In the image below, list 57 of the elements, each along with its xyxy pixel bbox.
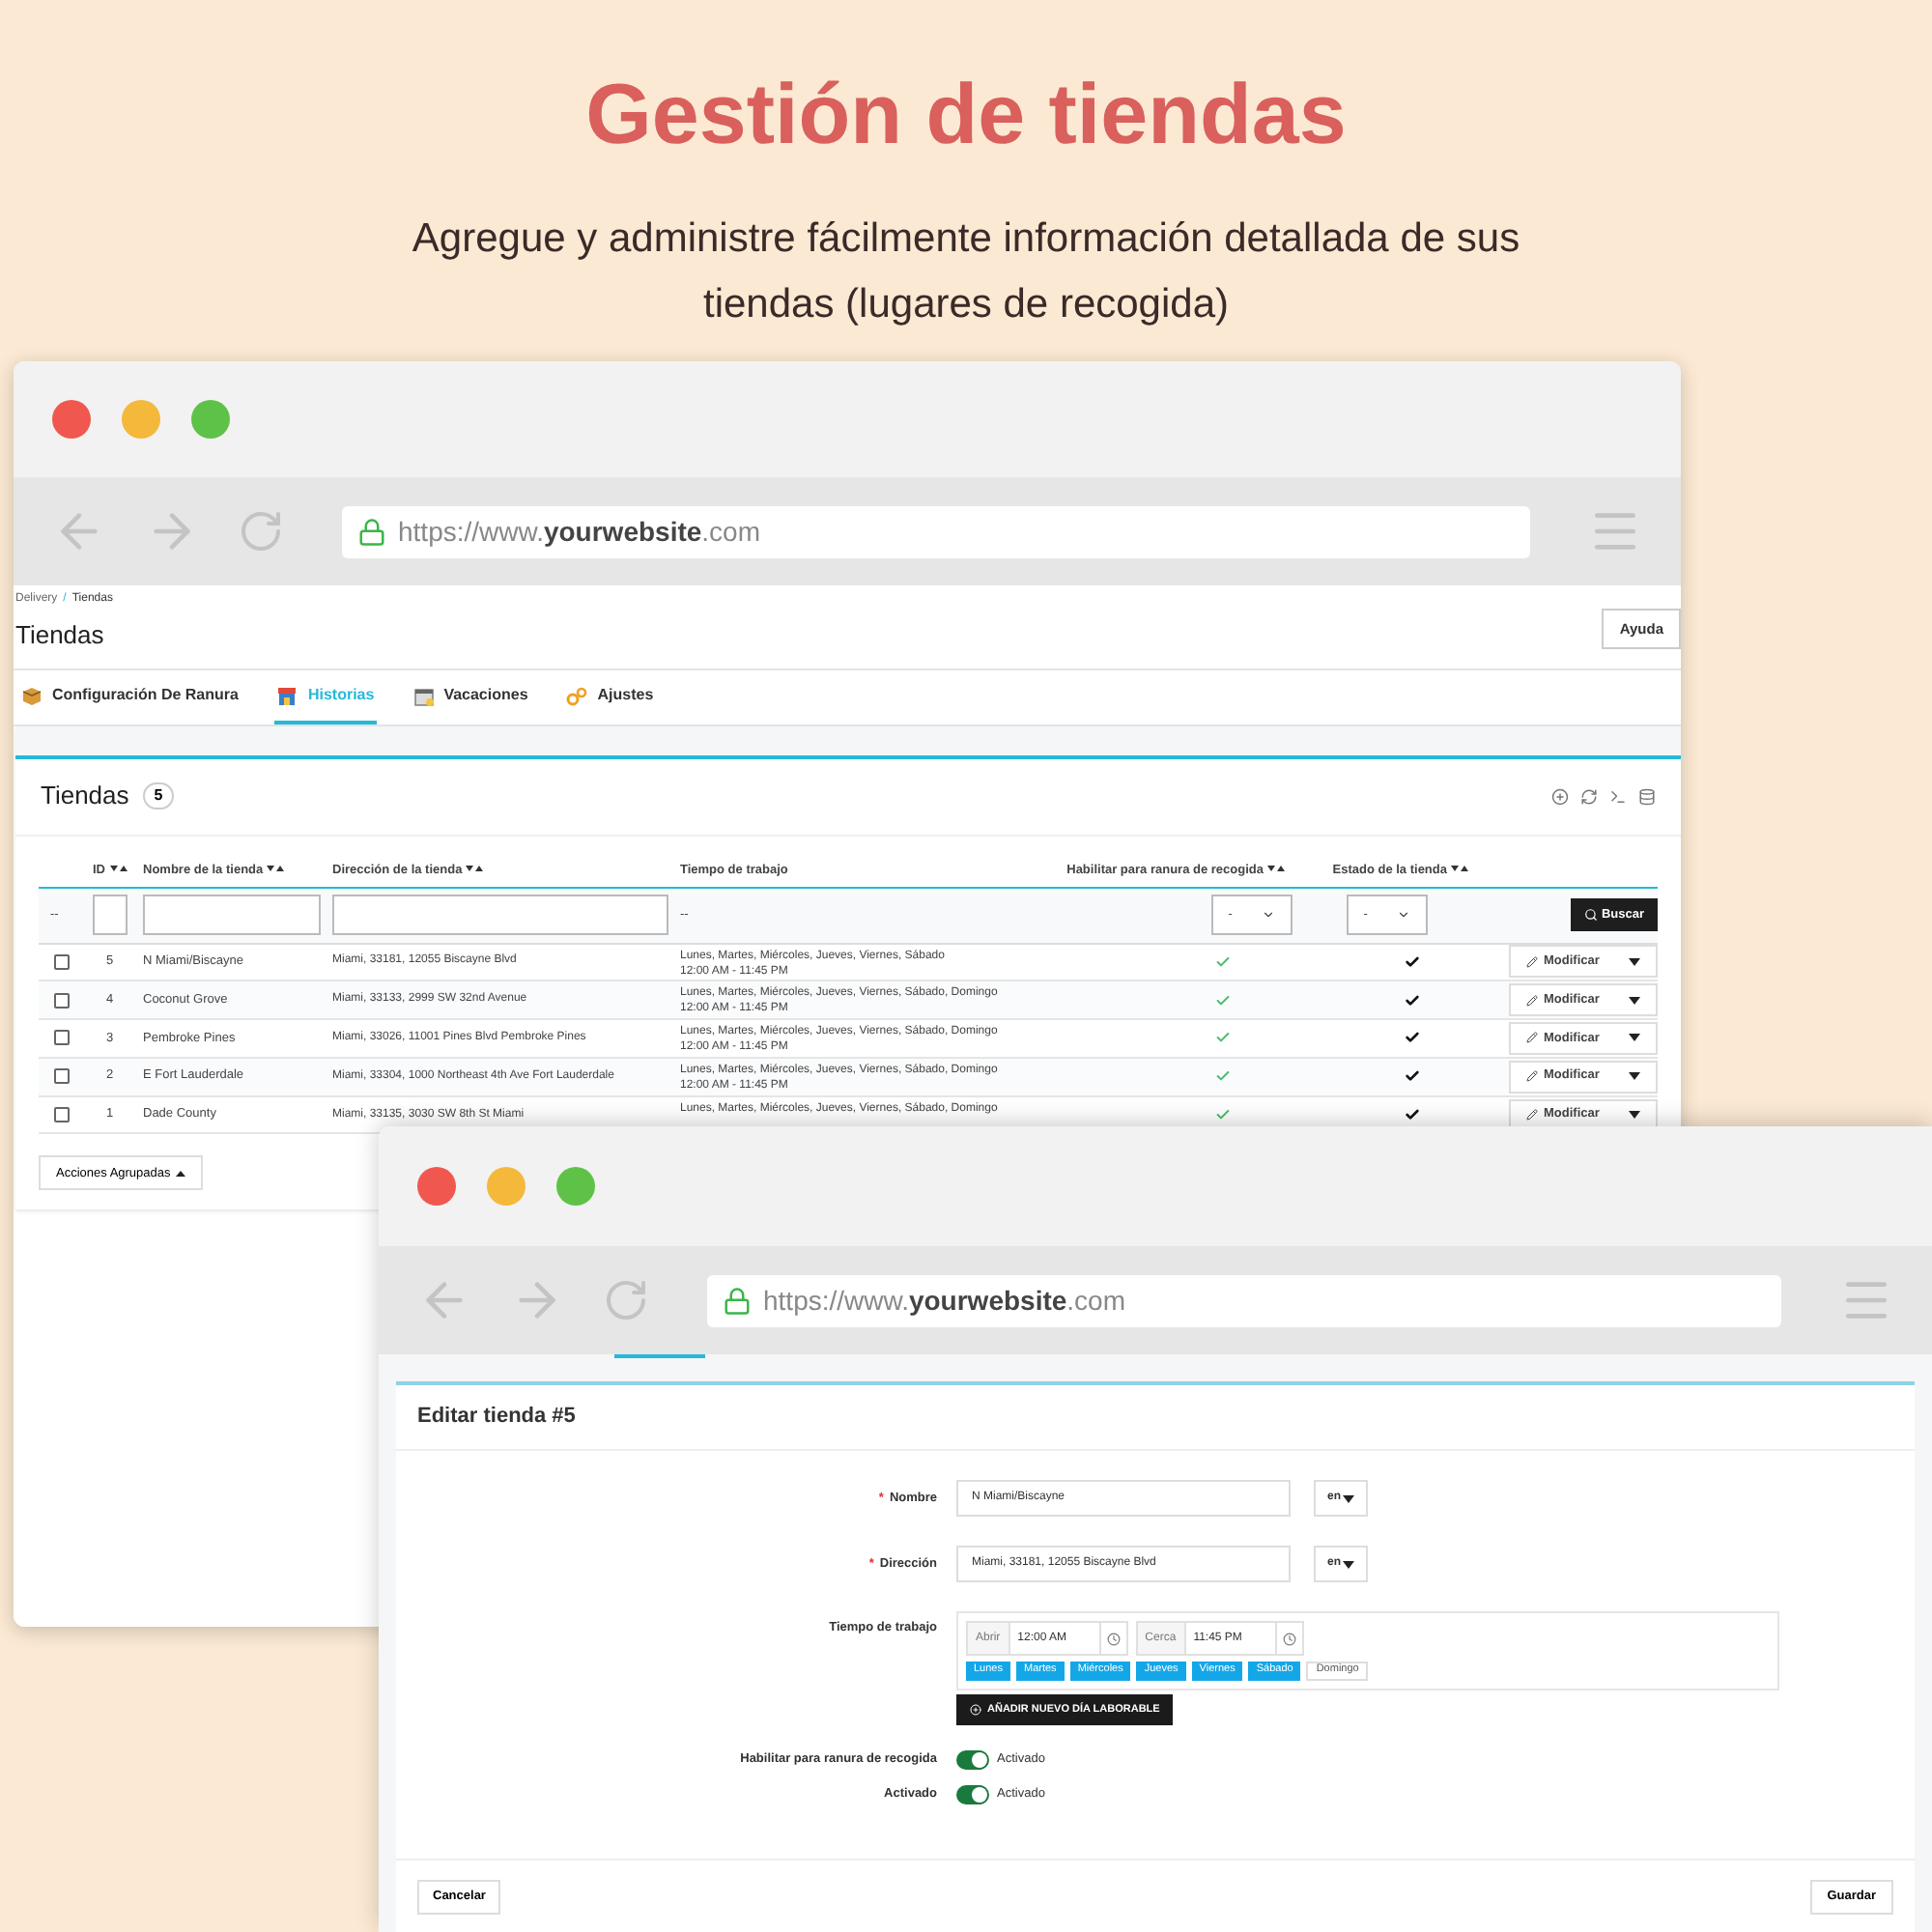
tab[interactable]: Vacaciones [411, 671, 530, 724]
tab[interactable]: Ajustes [564, 671, 656, 724]
caret-icon [1629, 957, 1640, 966]
page-subheading: Agregue y administre fácilmente información detallada de sus tiendas (lugares de recogida) [410, 214, 1522, 330]
clock-icon [1282, 1632, 1296, 1645]
pencil-icon [1526, 994, 1538, 1007]
count-badge: 5 [142, 782, 175, 810]
sort-icon[interactable] [109, 866, 127, 874]
sort-icon[interactable] [1451, 866, 1468, 874]
chevron-down-icon [1262, 908, 1276, 922]
toggle-switch[interactable] [956, 1785, 989, 1804]
pencil-icon [1526, 1032, 1538, 1044]
sort-icon[interactable] [267, 866, 285, 874]
panel-title: Editar tienda #5 [417, 1403, 576, 1433]
row-checkbox[interactable] [54, 1068, 70, 1085]
url-text: https://www.yourwebsite.com [398, 513, 761, 551]
pencil-icon [1526, 1070, 1538, 1083]
caret-icon [1343, 1560, 1354, 1568]
pencil-icon [1526, 1109, 1538, 1122]
page-title: Tiendas [15, 618, 106, 653]
row-checkbox[interactable] [54, 1030, 70, 1046]
filter-field[interactable] [93, 895, 128, 935]
sort-icon[interactable] [466, 866, 484, 874]
caret-icon [1629, 1072, 1640, 1081]
add-icon[interactable] [1551, 787, 1569, 805]
row-checkbox[interactable] [54, 1107, 70, 1123]
filter-field[interactable] [332, 895, 668, 935]
caret-icon [1629, 1034, 1640, 1042]
filter-field[interactable] [143, 895, 321, 935]
url-field[interactable]: https://www.yourwebsite.com [342, 505, 1530, 557]
sort-icon[interactable] [1267, 866, 1285, 874]
caret-icon [1629, 1111, 1640, 1120]
refresh-icon[interactable] [1580, 787, 1598, 805]
pencil-icon [1526, 955, 1538, 968]
page-heading: Gestión de tiendas [585, 73, 1347, 158]
row-checkbox[interactable] [54, 953, 70, 970]
row-checkbox[interactable] [54, 992, 70, 1009]
tab[interactable]: Configuración De Ranura [19, 671, 241, 724]
panel-title: Tiendas [41, 779, 129, 814]
clock-icon [1106, 1632, 1121, 1645]
url-text: https://www.yourwebsite.com [763, 1282, 1126, 1320]
store-icon [276, 685, 298, 706]
database-icon[interactable] [1638, 787, 1656, 805]
caret-icon [1343, 1494, 1354, 1502]
lock-icon [723, 1286, 752, 1315]
lock-icon [357, 517, 386, 546]
terminal-icon[interactable] [1609, 787, 1627, 805]
calendar-icon [412, 685, 435, 706]
search-icon [1583, 908, 1598, 922]
url-field[interactable]: https://www.yourwebsite.com [707, 1274, 1781, 1326]
chevron-down-icon [1397, 908, 1411, 922]
box-icon [21, 685, 43, 706]
toggle-switch[interactable] [956, 1750, 989, 1770]
gears-icon [566, 685, 588, 706]
plus-circle-icon [970, 1704, 981, 1716]
caret-up-icon [176, 1170, 186, 1177]
caret-icon [1629, 996, 1640, 1005]
